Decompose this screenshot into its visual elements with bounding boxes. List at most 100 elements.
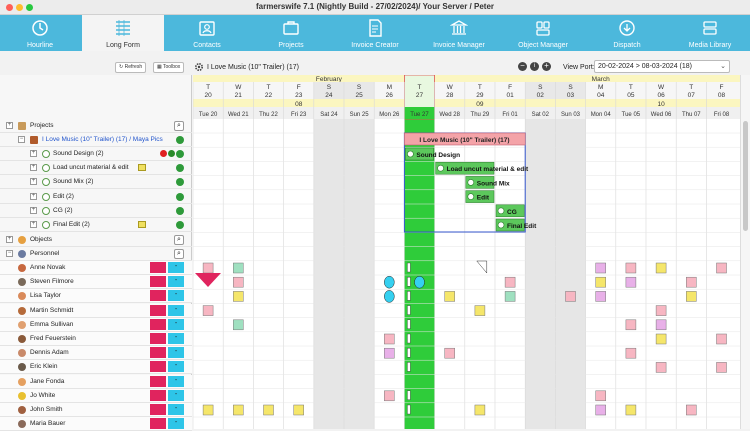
tree-task-row[interactable]: + Sound Design (2) [0, 147, 192, 161]
booking-block[interactable] [202, 262, 214, 274]
booking-block[interactable] [595, 390, 606, 402]
tree-personnel-row[interactable]: − Personnel ⌕ [0, 247, 192, 261]
status-cell[interactable] [150, 347, 166, 359]
booking-marker[interactable] [407, 390, 411, 400]
person-row[interactable]: Martin Schmidt - [0, 303, 192, 318]
booking-block[interactable] [474, 305, 486, 316]
booking-marker[interactable] [407, 319, 411, 330]
status-cell[interactable] [150, 361, 166, 373]
booking-block[interactable] [716, 333, 727, 345]
expand-toggle[interactable]: + [30, 206, 37, 214]
booking-marker[interactable] [407, 348, 411, 358]
booking-block[interactable] [202, 305, 214, 316]
booking-block[interactable] [655, 262, 667, 274]
person-row[interactable]: Anne Novak - [0, 261, 192, 275]
tree-projects-row[interactable]: + Projects ⌕ [0, 119, 192, 133]
person-row[interactable]: Jane Fonda - [0, 374, 192, 389]
tree-task-row[interactable]: + Sound Mix (2) [0, 175, 192, 190]
booking-block[interactable] [444, 347, 455, 359]
booking-block[interactable] [655, 333, 667, 345]
availability-cell[interactable]: - [168, 389, 184, 401]
booking-block[interactable] [384, 347, 395, 359]
booking-block[interactable] [565, 291, 576, 302]
expand-toggle[interactable]: + [6, 236, 13, 243]
availability-cell[interactable]: - [168, 290, 184, 302]
toolbar-dispatch-button[interactable]: Dispatch [586, 15, 668, 51]
search-icon[interactable]: ⌕ [174, 235, 184, 245]
availability-cell[interactable]: - [168, 347, 184, 359]
tree-project-row[interactable]: − I Love Music (10" Trailer) (17) / Maya … [0, 133, 192, 147]
booking-block[interactable] [716, 262, 727, 274]
booking-block[interactable] [595, 404, 606, 416]
expand-toggle[interactable]: + [30, 150, 37, 157]
availability-cell[interactable]: - [168, 276, 184, 288]
tree-task-row[interactable]: + Edit (2) [0, 190, 192, 204]
person-row[interactable]: Steven Filmore - [0, 275, 192, 290]
note-icon[interactable] [138, 221, 146, 228]
booking-block[interactable] [595, 276, 606, 288]
expand-toggle[interactable]: + [30, 164, 37, 172]
booking-marker[interactable] [407, 305, 411, 315]
booking-block[interactable] [233, 291, 244, 302]
expand-toggle[interactable]: + [30, 221, 37, 228]
availability-cell[interactable]: - [168, 333, 184, 344]
booking-marker[interactable] [407, 362, 411, 372]
person-row[interactable]: Jo White - [0, 388, 192, 403]
booking-block[interactable] [504, 276, 516, 288]
booking-oval[interactable] [414, 275, 425, 289]
booking-marker[interactable] [407, 262, 411, 273]
booking-block[interactable] [474, 404, 486, 416]
person-row[interactable]: Lisa Taylor - [0, 289, 192, 304]
availability-cell[interactable]: - [168, 375, 184, 387]
booking-oval[interactable] [384, 290, 395, 303]
status-cell[interactable] [150, 262, 166, 273]
booking-block[interactable] [384, 390, 395, 402]
scrollbar-thumb[interactable] [743, 121, 748, 231]
toolbar-object-manager-button[interactable]: Object Manager [502, 15, 584, 51]
booking-block[interactable] [384, 333, 395, 345]
expand-toggle[interactable]: + [6, 122, 13, 129]
search-icon[interactable]: ⌕ [174, 121, 184, 131]
search-icon[interactable]: ⌕ [174, 249, 184, 259]
person-row[interactable]: Eric Klein - [0, 360, 192, 375]
booking-block[interactable] [233, 404, 244, 416]
expand-toggle[interactable]: + [30, 178, 37, 186]
tree-task-row[interactable]: + CG (2) [0, 204, 192, 218]
status-cell[interactable] [150, 418, 166, 430]
status-cell[interactable] [150, 290, 166, 302]
booking-marker[interactable] [407, 404, 411, 415]
booking-block[interactable] [686, 404, 697, 416]
booking-marker[interactable] [407, 333, 411, 344]
booking-block[interactable] [716, 362, 727, 373]
status-cell[interactable] [150, 389, 166, 401]
refresh-button[interactable]: ↻ Refresh [115, 62, 147, 73]
availability-cell[interactable]: - [168, 304, 184, 316]
person-row[interactable]: Fred Feuerstein - [0, 332, 192, 346]
person-row[interactable]: Dennis Adam - [0, 346, 192, 361]
booking-block[interactable] [202, 404, 214, 416]
status-cell[interactable] [150, 404, 166, 415]
booking-block[interactable] [595, 262, 606, 274]
gear-icon[interactable] [194, 62, 204, 72]
expand-toggle[interactable]: + [30, 192, 37, 200]
availability-cell[interactable]: - [168, 262, 184, 273]
booking-block[interactable] [233, 262, 244, 274]
booking-block[interactable] [625, 319, 637, 331]
collapse-toggle[interactable]: − [18, 136, 25, 143]
booking-block[interactable] [293, 404, 304, 416]
booking-block[interactable] [504, 291, 516, 302]
status-cell[interactable] [150, 304, 166, 316]
zoom-in-button[interactable]: + [542, 62, 551, 71]
status-cell[interactable] [150, 318, 166, 330]
status-cell[interactable] [150, 375, 166, 387]
person-row[interactable]: John Smith - [0, 403, 192, 417]
availability-cell[interactable]: - [168, 361, 184, 373]
booking-block[interactable] [625, 262, 637, 274]
person-row[interactable]: Emma Sullivan - [0, 317, 192, 332]
viewport-select[interactable]: 20-02-2024 > 08-03-2024 (18) ⌄ [594, 60, 730, 73]
note-icon[interactable] [138, 164, 146, 172]
booking-marker[interactable] [407, 291, 411, 301]
toolbar-projects-button[interactable]: Projects [250, 15, 332, 51]
tree-task-row[interactable]: + Final Edit (2) [0, 218, 192, 232]
tree-task-row[interactable]: + Load uncut material & edit [0, 161, 192, 176]
